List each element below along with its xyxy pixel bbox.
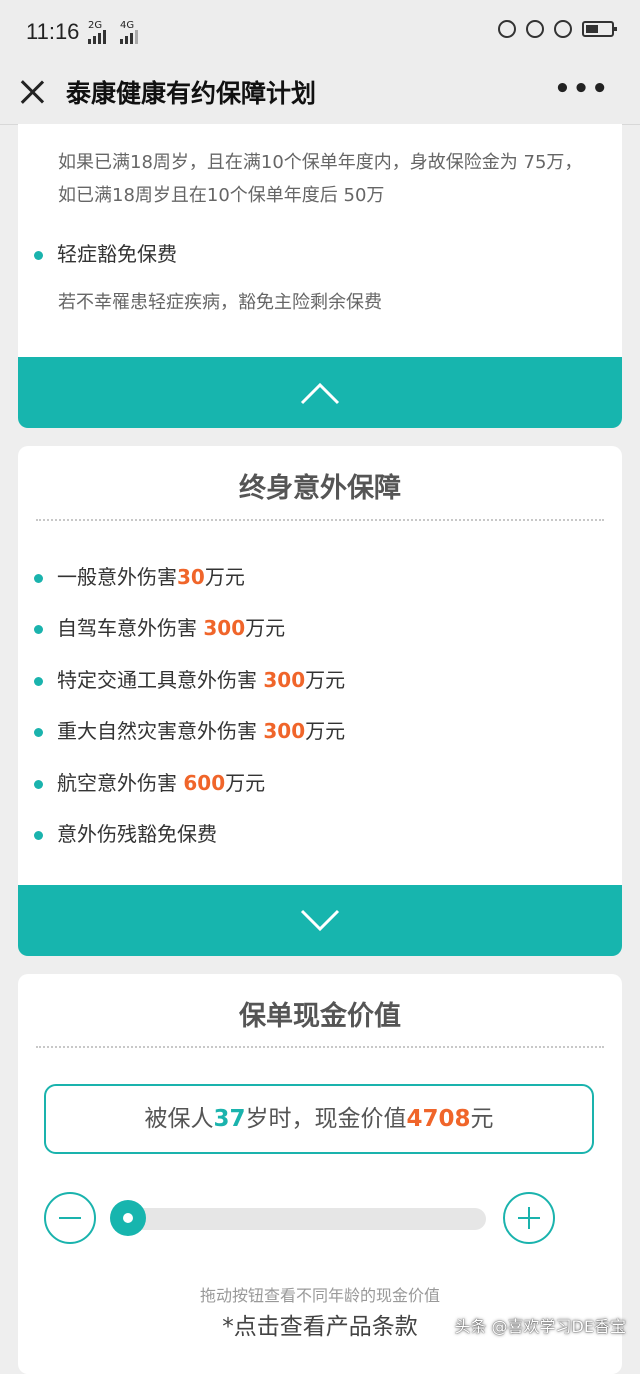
bullet-dot-icon [34,574,43,583]
death-benefit-text: 如果已满18周岁，且在满10个保单年度内，身故保险金为 75万，如已满18周岁且… [58,152,583,206]
item-unit: 万元 [305,668,346,692]
item-unit: 万元 [245,616,286,640]
section-title: 终身意外保障 [239,473,401,504]
item-amount: 30 [177,565,205,589]
accident-card: 终身意外保障 一般意外伤害30万元 自驾车意外伤害 300万元 特定交通工具意外… [18,446,622,956]
alarm-icon [554,20,572,38]
bullet-dot-icon [34,625,43,634]
list-item: 自驾车意外伤害 300万元 [34,612,285,641]
watermark: 头条 @喜欢学习DE香宝 [454,1317,626,1336]
nav-bar: 泰康健康有约保障计划 ••• [0,62,640,125]
cash-middle: 岁时，现金价值 [245,1106,407,1132]
status-bar: 11:16 2G 4G [0,0,640,62]
close-icon[interactable] [18,78,46,106]
bullet-label: 轻症豁免保费 [57,242,177,266]
increase-age-button[interactable] [503,1192,555,1244]
waiver-description: 若不幸罹患轻症疾病，豁免主险剩余保费 [58,292,382,313]
mute-icon [498,20,516,38]
item-amount: 300 [263,719,306,743]
list-item: 轻症豁免保费 [34,238,177,267]
death-benefit-card: 如果已满18周岁，且在满10个保单年度内，身故保险金为 75万，如已满18周岁且… [18,124,622,428]
item-label: 意外伤残豁免保费 [57,822,217,846]
item-unit: 万元 [225,771,266,795]
battery-icon [582,21,617,37]
collapse-button[interactable] [18,357,622,428]
slider-hint: 拖动按钮查看不同年龄的现金价值 [199,1286,440,1305]
lock-icon [526,20,544,38]
cash-suffix: 元 [470,1106,494,1132]
decrease-age-button[interactable] [44,1192,96,1244]
list-item: 意外伤残豁免保费 [34,818,217,847]
item-unit: 万元 [305,719,346,743]
item-amount: 300 [263,668,306,692]
divider [36,1046,604,1048]
age-slider-track[interactable] [110,1208,486,1230]
cash-value-amount: 4708 [406,1106,471,1132]
section-title: 保单现金价值 [239,1001,401,1032]
divider [36,519,604,521]
signal-bars-icon [120,30,138,44]
list-item: 重大自然灾害意外伤害 300万元 [34,715,345,744]
cash-prefix: 被保人 [144,1106,214,1132]
list-item: 航空意外伤害 600万元 [34,767,265,796]
more-menu-button[interactable]: ••• [554,74,610,104]
age-slider-knob[interactable] [110,1200,146,1236]
bullet-dot-icon [34,831,43,840]
signal-bars-icon [88,30,106,44]
chevron-up-icon [300,382,340,404]
item-label: 一般意外伤害 [57,565,177,589]
expand-button[interactable] [18,885,622,956]
item-amount: 600 [183,771,226,795]
page-title: 泰康健康有约保障计划 [66,79,317,108]
list-item: 一般意外伤害30万元 [34,561,245,590]
status-time: 11:16 [26,19,80,44]
item-label: 重大自然灾害意外伤害 [57,719,264,743]
bullet-dot-icon [34,780,43,789]
item-amount: 300 [203,616,246,640]
item-label: 自驾车意外伤害 [57,616,204,640]
insured-age: 37 [213,1106,246,1132]
bullet-dot-icon [34,728,43,737]
chevron-down-icon [300,909,340,931]
item-label: 特定交通工具意外伤害 [57,668,264,692]
bullet-dot-icon [34,677,43,686]
item-label: 航空意外伤害 [57,771,184,795]
item-unit: 万元 [204,565,245,589]
bullet-dot-icon [34,251,43,260]
cash-value-display: 被保人37岁时，现金价值4708元 [44,1084,594,1154]
list-item: 特定交通工具意外伤害 300万元 [34,664,345,693]
